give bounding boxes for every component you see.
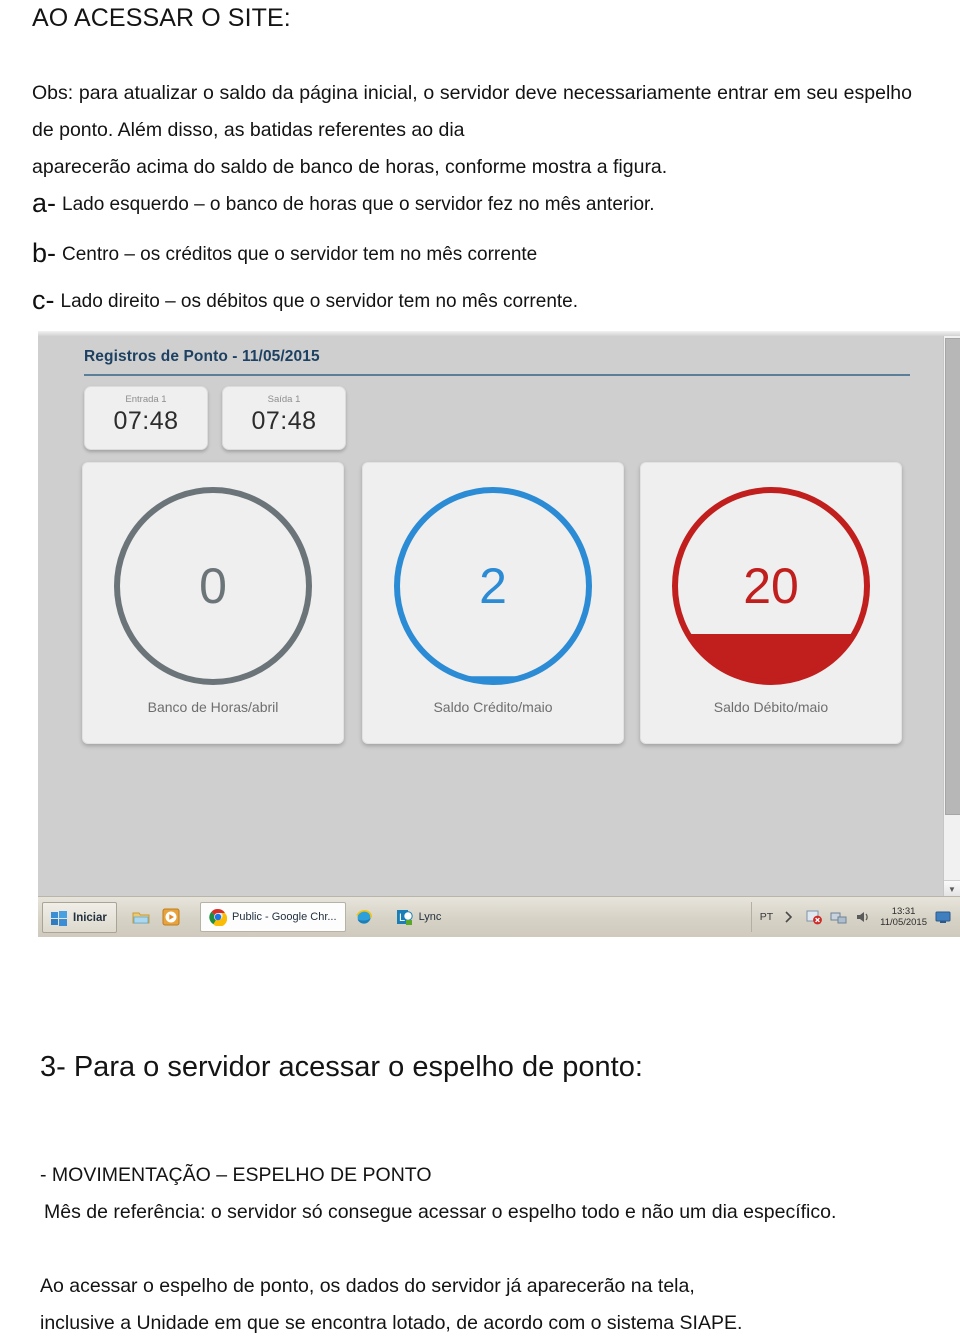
start-button[interactable]: Iniciar bbox=[42, 902, 117, 933]
embedded-screenshot: Registros de Ponto - 11/05/2015 Entrada … bbox=[38, 331, 960, 937]
start-button-label: Iniciar bbox=[73, 911, 107, 924]
network-icon[interactable] bbox=[830, 908, 848, 926]
tail-line-ao-acessar-lastline: inclusive a Unidade em que se encontra l… bbox=[40, 1312, 743, 1334]
obs-paragraph: Obs: para atualizar o saldo da página in… bbox=[32, 75, 912, 186]
section-3-heading: 3- Para o servidor acessar o espelho de … bbox=[40, 1051, 643, 1083]
gauge-card-saldo-credito: 2 Saldo Crédito/maio bbox=[362, 462, 624, 744]
punch-label: Entrada 1 bbox=[125, 394, 167, 405]
registros-de-ponto-title: Registros de Ponto - 11/05/2015 bbox=[84, 348, 320, 365]
show-hidden-icons-icon[interactable] bbox=[780, 908, 798, 926]
punch-card-saida-1: Saída 1 07:48 bbox=[222, 386, 346, 450]
system-tray: PT 13:31 11/05/2015 bbox=[750, 902, 956, 932]
web-page-content: Registros de Ponto - 11/05/2015 Entrada … bbox=[38, 336, 944, 897]
punch-time: 07:48 bbox=[251, 407, 317, 435]
lync-icon: L bbox=[396, 908, 414, 926]
bullet-item-c: c- Lado direito – os débitos que o servid… bbox=[32, 287, 932, 314]
scrollbar-thumb[interactable] bbox=[945, 338, 960, 815]
gauge-card-banco-de-horas: 0 Banco de Horas/abril bbox=[82, 462, 344, 744]
windows-logo-icon bbox=[50, 909, 68, 927]
gauge-saldo-debito: 20 bbox=[664, 479, 878, 693]
gauge-card-saldo-debito: 20 Saldo Débito/maio bbox=[640, 462, 902, 744]
gauge-label: Banco de Horas/abril bbox=[147, 699, 279, 715]
bullet-marker-c: c- bbox=[32, 285, 55, 315]
gauge-banco-de-horas: 0 bbox=[106, 479, 320, 693]
taskbar-app-buttons: Public - Google Chr... L Lync bbox=[200, 902, 450, 932]
obs-paragraph-text: Obs: para atualizar o saldo da página in… bbox=[32, 82, 912, 141]
obs-paragraph-lastline: aparecerão acima do saldo de banco de ho… bbox=[32, 156, 668, 178]
windows-taskbar: Iniciar Public - Google Chr... L Lync PT… bbox=[38, 896, 960, 937]
bullet-marker-a: a- bbox=[32, 188, 57, 218]
tail-line-mes-referencia: Mês de referência: o servidor só consegu… bbox=[44, 1201, 837, 1223]
clock[interactable]: 13:31 11/05/2015 bbox=[880, 906, 927, 928]
bullet-item-a: a- Lado esquerdo – o banco de horas que o… bbox=[32, 190, 932, 217]
taskbar-button-label: Public - Google Chr... bbox=[232, 911, 337, 923]
security-alert-icon[interactable] bbox=[805, 908, 823, 926]
title-divider bbox=[84, 374, 910, 376]
taskbar-button-internet-explorer[interactable] bbox=[346, 902, 387, 932]
tail-line-movimentacao: - MOVIMENTAÇÃO – ESPELHO DE PONTO bbox=[40, 1164, 432, 1186]
bullet-text-b: Centro – os créditos que o servidor tem … bbox=[62, 244, 538, 265]
clock-date: 11/05/2015 bbox=[880, 917, 927, 928]
punch-label: Saída 1 bbox=[267, 394, 301, 405]
punch-time: 07:48 bbox=[113, 407, 179, 435]
show-desktop-icon[interactable] bbox=[934, 908, 952, 926]
media-player-icon[interactable] bbox=[162, 908, 180, 926]
page-title: AO ACESSAR O SITE: bbox=[32, 4, 291, 32]
scroll-down-arrow[interactable]: ▼ bbox=[944, 880, 960, 897]
bullet-marker-b: b- bbox=[32, 238, 57, 268]
taskbar-button-lync[interactable]: L Lync bbox=[387, 902, 451, 932]
taskbar-button-chrome[interactable]: Public - Google Chr... bbox=[200, 902, 346, 932]
vertical-scrollbar[interactable]: ▼ bbox=[943, 336, 960, 897]
taskbar-button-label: Lync bbox=[418, 911, 442, 923]
bullet-text-a: Lado esquerdo – o banco de horas que o s… bbox=[62, 194, 655, 215]
internet-explorer-icon bbox=[355, 908, 373, 926]
chrome-icon bbox=[209, 908, 227, 926]
tail-line-ao-acessar: Ao acessar o espelho de ponto, os dados … bbox=[40, 1268, 912, 1342]
volume-icon[interactable] bbox=[855, 908, 873, 926]
gauge-label: Saldo Débito/maio bbox=[713, 699, 829, 715]
gauge-label: Saldo Crédito/maio bbox=[433, 699, 553, 715]
language-indicator[interactable]: PT bbox=[760, 911, 773, 923]
quick-launch-bar bbox=[132, 903, 180, 931]
gauge-saldo-credito: 2 bbox=[386, 479, 600, 693]
bullet-item-b: b- Centro – os créditos que o servidor te… bbox=[32, 240, 932, 267]
punch-card-entrada-1: Entrada 1 07:48 bbox=[84, 386, 208, 450]
bullet-text-c: Lado direito – os débitos que o servidor… bbox=[60, 291, 579, 312]
tail-line-ao-acessar-text: Ao acessar o espelho de ponto, os dados … bbox=[40, 1275, 695, 1297]
explorer-icon[interactable] bbox=[132, 908, 150, 926]
clock-time: 13:31 bbox=[891, 906, 916, 917]
